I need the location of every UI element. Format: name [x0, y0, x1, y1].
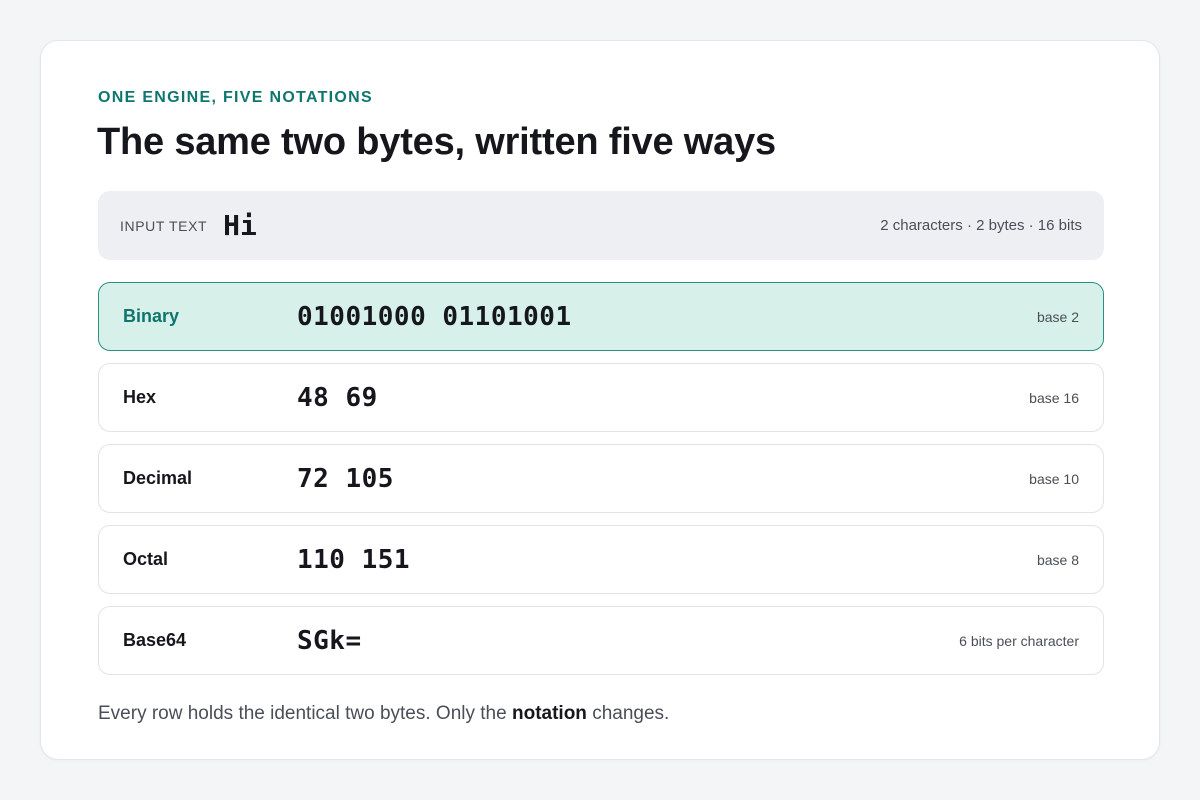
- notation-row-octal[interactable]: Octal 110 151 base 8: [98, 525, 1104, 594]
- input-label: INPUT TEXT: [120, 217, 208, 234]
- notation-label: Binary: [123, 306, 180, 326]
- notation-base: base 16: [1029, 389, 1079, 406]
- notation-row-base64[interactable]: Base64 SGk= 6 bits per character: [98, 606, 1104, 675]
- notation-label: Octal: [123, 549, 169, 569]
- notation-base: base 10: [1029, 470, 1079, 487]
- notation-row-decimal[interactable]: Decimal 72 105 base 10: [98, 444, 1104, 513]
- notation-value: 01001000 01101001: [297, 301, 572, 332]
- notation-row-hex[interactable]: Hex 48 69 base 16: [98, 363, 1104, 432]
- notation-card: ONE ENGINE, FIVE NOTATIONS The same two …: [40, 40, 1160, 760]
- notation-label: Hex: [123, 387, 157, 407]
- footer-note: Every row holds the identical two bytes.…: [98, 703, 669, 725]
- footer-text-after: changes.: [586, 703, 670, 724]
- footer-emphasis: notation: [511, 703, 587, 724]
- eyebrow-label: ONE ENGINE, FIVE NOTATIONS: [98, 89, 374, 106]
- notation-base: 6 bits per character: [959, 632, 1079, 649]
- input-stats: 2 characters · 2 bytes · 16 bits: [880, 217, 1082, 234]
- notation-base: base 2: [1036, 308, 1079, 325]
- notation-value: SGk=: [297, 625, 362, 656]
- notation-value: 110 151: [297, 544, 411, 575]
- notation-value: 72 105: [297, 463, 394, 494]
- notation-value: 48 69: [297, 382, 378, 413]
- footer-text-before: Every row holds the identical two bytes.…: [98, 703, 512, 724]
- notation-label: Decimal: [123, 468, 193, 488]
- input-text-bar[interactable]: INPUT TEXT Hi 2 characters · 2 bytes · 1…: [98, 191, 1104, 260]
- page-title: The same two bytes, written five ways: [97, 121, 776, 163]
- input-value[interactable]: Hi: [223, 209, 257, 242]
- notation-label: Base64: [123, 630, 187, 650]
- notation-base: base 8: [1036, 551, 1079, 568]
- notation-row-binary[interactable]: Binary 01001000 01101001 base 2: [98, 282, 1104, 351]
